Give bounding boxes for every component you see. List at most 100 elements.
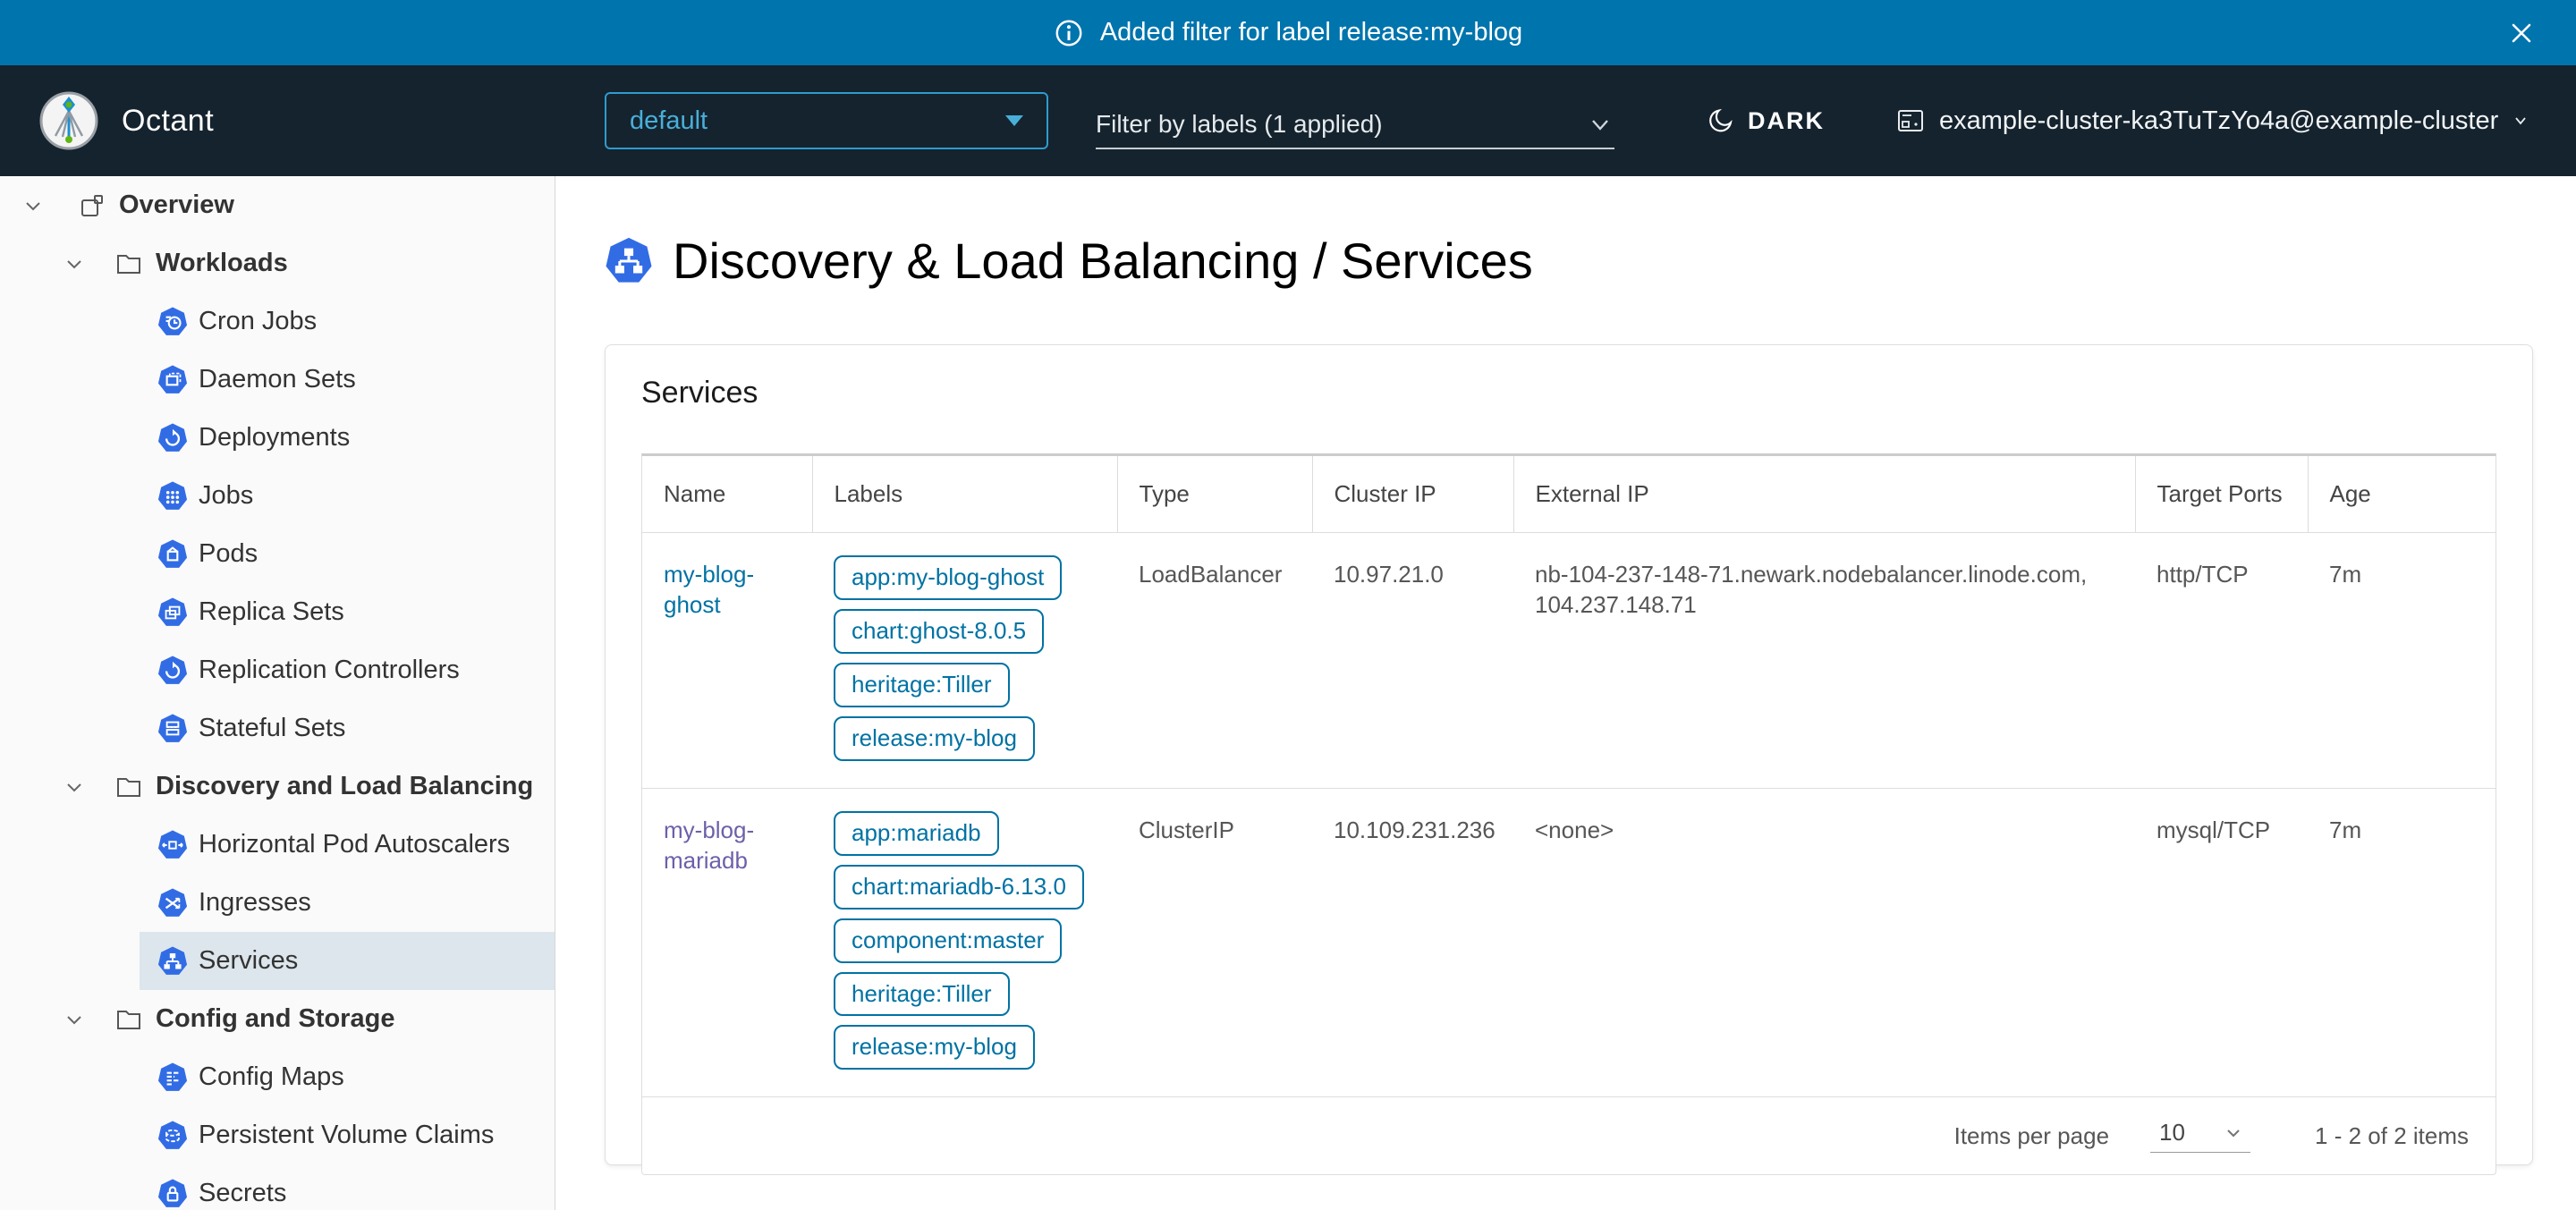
table-row: my-blog-mariadb app:mariadb chart:mariad…: [642, 788, 2496, 1096]
cell-cluster-ip: 10.97.21.0: [1312, 533, 1513, 789]
cluster-select[interactable]: example-cluster-ka3TuTzYo4a@example-clus…: [1894, 65, 2530, 176]
sidebar-item-label: Horizontal Pod Autoscalers: [199, 830, 510, 859]
config-maps-icon: [157, 1062, 188, 1093]
column-header-labels: Labels: [812, 456, 1117, 533]
sidebar-item-label: Jobs: [199, 481, 253, 511]
hpa-icon: [157, 830, 188, 860]
chevron-down-icon: [2222, 1121, 2245, 1145]
alert-banner: Added filter for label release:my-blog: [0, 0, 2576, 65]
sidebar-item-label: Config Maps: [199, 1062, 344, 1092]
moon-icon: [1707, 106, 1735, 135]
sidebar-item-pods[interactable]: Pods: [140, 525, 555, 583]
cell-target-ports: http/TCP: [2135, 533, 2308, 789]
label-filter-input[interactable]: Filter by labels (1 applied): [1096, 101, 1614, 149]
service-link-my-blog-mariadb[interactable]: my-blog-mariadb: [664, 817, 754, 874]
sidebar-item-label: Replication Controllers: [199, 656, 460, 685]
sidebar-item-jobs[interactable]: Jobs: [140, 467, 555, 525]
namespace-select[interactable]: default: [605, 92, 1048, 149]
page-title-text: Discovery & Load Balancing / Services: [673, 232, 1533, 290]
jobs-icon: [157, 481, 188, 512]
ingresses-icon: [157, 888, 188, 918]
sidebar-item-label: Cron Jobs: [199, 307, 317, 336]
sidebar-item-cron-jobs[interactable]: Cron Jobs: [140, 292, 555, 351]
cell-type: LoadBalancer: [1117, 533, 1312, 789]
banner-message: Added filter for label release:my-blog: [1100, 18, 1522, 47]
stateful-sets-icon: [157, 714, 188, 744]
sidebar-item-workloads[interactable]: Workloads: [0, 234, 555, 292]
pagination: Items per page 10 1 - 2 of 2 items: [642, 1096, 2496, 1174]
main-content: Discovery & Load Balancing / Services Se…: [556, 176, 2576, 1210]
sidebar-item-label: Replica Sets: [199, 597, 344, 627]
items-per-page-label: Items per page: [1954, 1122, 2109, 1150]
service-link-my-blog-ghost[interactable]: my-blog-ghost: [664, 561, 754, 618]
sidebar-item-label: Persistent Volume Claims: [199, 1121, 494, 1150]
sidebar-item-discovery-and-load-balancing[interactable]: Discovery and Load Balancing: [0, 757, 555, 816]
label-pill[interactable]: chart:ghost-8.0.5: [834, 609, 1044, 654]
column-header-age: Age: [2308, 456, 2496, 533]
sidebar-item-horizontal-pod-autoscalers[interactable]: Horizontal Pod Autoscalers: [140, 816, 555, 874]
caret-down-icon: [1005, 115, 1023, 126]
sidebar-nav: Overview Workloads Cron Jobs Daemon Sets…: [0, 176, 555, 1210]
sidebar-item-label: Pods: [199, 539, 258, 569]
sidebar-item-deployments[interactable]: Deployments: [140, 409, 555, 467]
secrets-icon: [157, 1179, 188, 1209]
services-card: Services Name Labels Type Cluster IP Ext…: [605, 344, 2533, 1165]
column-header-type: Type: [1117, 456, 1312, 533]
label-pill[interactable]: release:my-blog: [834, 1025, 1035, 1070]
label-pill[interactable]: component:master: [834, 918, 1062, 963]
cell-type: ClusterIP: [1117, 788, 1312, 1096]
label-pill[interactable]: heritage:Tiller: [834, 972, 1010, 1017]
dark-mode-toggle[interactable]: DARK: [1707, 65, 1825, 176]
info-icon: [1054, 18, 1084, 48]
chevron-down-icon: [2511, 111, 2530, 131]
sidebar-item-replication-controllers[interactable]: Replication Controllers: [140, 641, 555, 699]
sidebar-item-daemon-sets[interactable]: Daemon Sets: [140, 351, 555, 409]
chevron-down-icon[interactable]: [21, 194, 45, 217]
page-title: Discovery & Load Balancing / Services: [605, 232, 2576, 290]
cluster-name: example-cluster-ka3TuTzYo4a@example-clus…: [1939, 106, 2498, 136]
sidebar-item-config-and-storage[interactable]: Config and Storage: [0, 990, 555, 1048]
folder-icon: [115, 1006, 142, 1033]
sidebar-item-replica-sets[interactable]: Replica Sets: [140, 583, 555, 641]
sidebar-item-ingresses[interactable]: Ingresses: [140, 874, 555, 932]
label-pill[interactable]: heritage:Tiller: [834, 663, 1010, 707]
app-header: Octant default Filter by labels (1 appli…: [0, 65, 2576, 176]
sidebar-item-stateful-sets[interactable]: Stateful Sets: [140, 699, 555, 757]
sidebar-item-label: Config and Storage: [156, 1004, 394, 1034]
page-size-value: 10: [2159, 1119, 2185, 1147]
card-title: Services: [641, 376, 2496, 410]
page-size-select[interactable]: 10: [2150, 1119, 2250, 1153]
label-filter-text: Filter by labels (1 applied): [1096, 110, 1383, 139]
sidebar-item-services[interactable]: Services: [140, 932, 555, 990]
label-pill[interactable]: app:mariadb: [834, 811, 999, 856]
table-header-row: Name Labels Type Cluster IP External IP …: [642, 456, 2496, 533]
sidebar-item-label: Discovery and Load Balancing: [156, 772, 533, 801]
sidebar-item-label: Deployments: [199, 423, 350, 453]
replication-controllers-icon: [157, 656, 188, 686]
pagination-range: 1 - 2 of 2 items: [2315, 1122, 2469, 1150]
cell-external-ip: <none>: [1513, 788, 2135, 1096]
sidebar-item-label: Daemon Sets: [199, 365, 356, 394]
column-header-name: Name: [642, 456, 812, 533]
chevron-down-icon[interactable]: [63, 1008, 86, 1031]
sidebar-item-secrets[interactable]: Secrets: [140, 1164, 555, 1210]
sidebar-item-persistent-volume-claims[interactable]: Persistent Volume Claims: [140, 1106, 555, 1164]
table-row: my-blog-ghost app:my-blog-ghost chart:gh…: [642, 533, 2496, 789]
label-pill[interactable]: chart:mariadb-6.13.0: [834, 865, 1084, 910]
services-icon: [157, 946, 188, 977]
chevron-down-icon: [1586, 110, 1614, 139]
services-table: Name Labels Type Cluster IP External IP …: [641, 453, 2496, 1175]
services-icon: [605, 237, 653, 285]
cron-jobs-icon: [157, 307, 188, 337]
column-header-cluster-ip: Cluster IP: [1312, 456, 1513, 533]
close-icon[interactable]: [2506, 18, 2537, 48]
label-pill[interactable]: release:my-blog: [834, 716, 1035, 761]
sidebar-item-overview[interactable]: Overview: [0, 176, 555, 234]
chevron-down-icon[interactable]: [63, 252, 86, 275]
octant-logo-icon: [39, 91, 98, 150]
chevron-down-icon[interactable]: [63, 775, 86, 799]
sidebar-item-label: Workloads: [156, 249, 288, 278]
cell-cluster-ip: 10.109.231.236: [1312, 788, 1513, 1096]
label-pill[interactable]: app:my-blog-ghost: [834, 555, 1062, 600]
sidebar-item-config-maps[interactable]: Config Maps: [140, 1048, 555, 1106]
